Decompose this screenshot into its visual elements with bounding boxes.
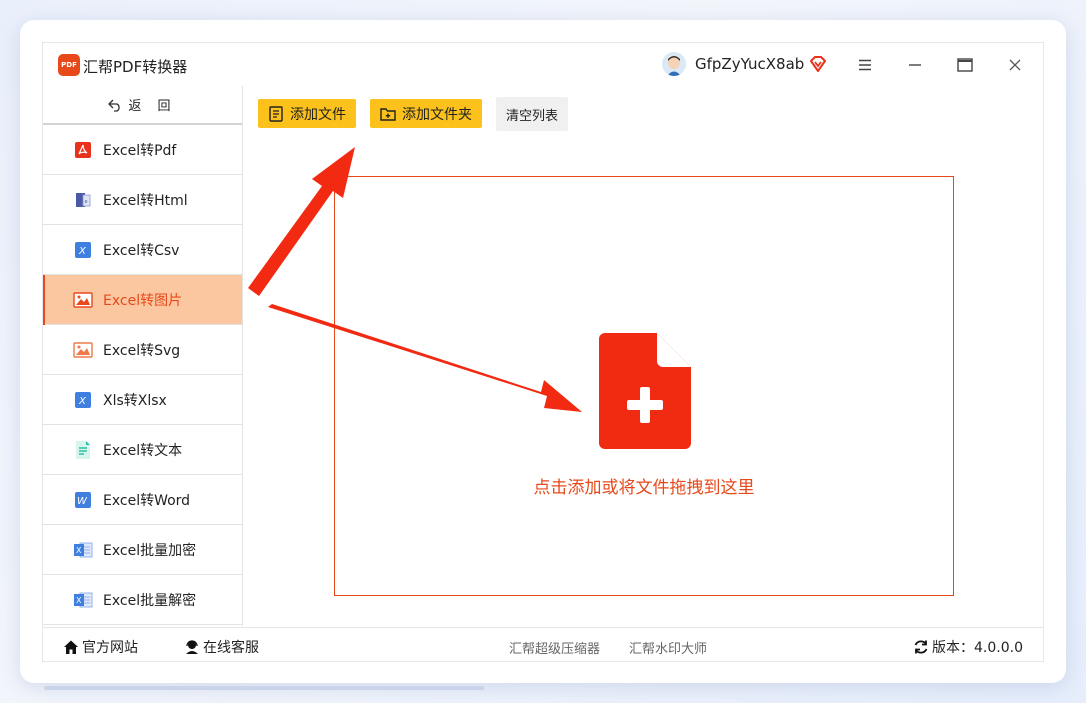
svg-text:X: X	[76, 596, 82, 605]
svg-text:X: X	[78, 396, 87, 407]
sidebar-item-label: Excel转Csv	[103, 242, 180, 259]
file-list-icon	[268, 105, 284, 122]
svg-text:W: W	[77, 496, 88, 507]
online-support-link[interactable]: 在线客服	[184, 637, 259, 657]
word-icon: W	[73, 490, 93, 510]
svg-text:X: X	[76, 546, 82, 555]
app-title: 汇帮PDF转换器	[83, 58, 188, 76]
refresh-icon[interactable]	[913, 639, 929, 655]
add-file-button[interactable]: 添加文件	[258, 99, 356, 128]
svg-image-icon	[73, 340, 93, 360]
watermark-link[interactable]: 汇帮水印大师	[629, 638, 707, 657]
add-folder-label: 添加文件夹	[402, 106, 472, 123]
vip-diamond-icon[interactable]	[808, 54, 828, 74]
sidebar-item-excel-to-csv[interactable]: X Excel转Csv	[43, 225, 242, 275]
sidebar-item-excel-to-word[interactable]: W Excel转Word	[43, 475, 242, 525]
file-drop-zone[interactable]: 点击添加或将文件拖拽到这里	[334, 176, 954, 596]
add-file-icon[interactable]	[599, 333, 691, 449]
sidebar-item-label: Excel转Pdf	[103, 142, 177, 159]
sidebar-item-label: Excel转文本	[103, 442, 183, 459]
horizontal-scrollbar[interactable]	[44, 686, 484, 690]
sidebar-item-excel-to-image[interactable]: Excel转图片	[43, 275, 242, 325]
minimize-icon[interactable]	[903, 53, 927, 77]
sidebar-item-label: Excel转Svg	[103, 342, 181, 359]
home-icon	[63, 639, 79, 655]
sidebar-item-excel-batch-decrypt[interactable]: X Excel批量解密	[43, 575, 242, 625]
sidebar-item-excel-to-html[interactable]: e Excel转Html	[43, 175, 242, 225]
back-arrow-icon	[108, 98, 122, 112]
csv-icon: X	[73, 240, 93, 260]
maximize-icon[interactable]	[953, 53, 977, 77]
pdf-icon	[73, 140, 93, 160]
sidebar-item-excel-batch-encrypt[interactable]: X Excel批量加密	[43, 525, 242, 575]
excel-lock-icon: X	[73, 540, 93, 560]
headset-icon	[184, 639, 200, 655]
sidebar-item-excel-to-text[interactable]: Excel转文本	[43, 425, 242, 475]
sidebar-item-excel-to-svg[interactable]: Excel转Svg	[43, 325, 242, 375]
html-icon: e	[73, 190, 93, 210]
app-window: PDF 汇帮PDF转换器 GfpZyYucX8ab 返 回 Excel转Pdf …	[42, 42, 1044, 662]
add-folder-button[interactable]: 添加文件夹	[370, 99, 482, 128]
svg-text:e: e	[85, 199, 88, 205]
close-icon[interactable]	[1003, 53, 1027, 77]
folder-add-icon	[380, 106, 396, 122]
sidebar: 返 回 Excel转Pdf e Excel转Html X Excel转Csv E…	[43, 86, 243, 626]
clear-list-label: 清空列表	[506, 108, 559, 124]
drop-zone-hint: 点击添加或将文件拖拽到这里	[533, 478, 755, 498]
text-file-icon	[73, 440, 93, 460]
official-website-link[interactable]: 官方网站	[63, 637, 138, 657]
xlsx-icon: X	[73, 390, 93, 410]
excel-unlock-icon: X	[73, 590, 93, 610]
sidebar-item-xls-to-xlsx[interactable]: X Xls转Xlsx	[43, 375, 242, 425]
back-button[interactable]: 返 回	[43, 86, 242, 125]
sidebar-item-label: Excel转图片	[103, 292, 183, 309]
username[interactable]: GfpZyYucX8ab	[695, 55, 804, 73]
sidebar-item-label: Excel转Word	[103, 492, 191, 509]
sidebar-item-label: Excel批量加密	[103, 542, 197, 559]
website-label: 官方网站	[82, 640, 138, 656]
svg-text:X: X	[78, 246, 87, 257]
clear-list-button[interactable]: 清空列表	[496, 97, 569, 131]
footer-bar: 官方网站 在线客服 汇帮超级压缩器 汇帮水印大师 版本：4.0.0.0	[43, 627, 1043, 662]
sidebar-item-label: Xls转Xlsx	[103, 392, 167, 409]
user-avatar[interactable]	[662, 52, 686, 76]
sidebar-item-label: Excel转Html	[103, 192, 188, 209]
logo-text: PDF	[61, 61, 77, 69]
compressor-link[interactable]: 汇帮超级压缩器	[509, 638, 600, 657]
title-bar: PDF 汇帮PDF转换器 GfpZyYucX8ab	[43, 43, 1043, 86]
back-label: 返 回	[128, 99, 177, 114]
app-logo-icon: PDF	[58, 54, 80, 76]
add-file-label: 添加文件	[290, 106, 346, 123]
menu-icon[interactable]	[853, 53, 877, 77]
image-icon	[73, 290, 93, 310]
support-label: 在线客服	[203, 640, 259, 656]
sidebar-item-label: Excel批量解密	[103, 592, 197, 609]
version-label: 版本：4.0.0.0	[932, 640, 1023, 656]
version-info: 版本：4.0.0.0	[913, 637, 1023, 657]
sidebar-item-excel-to-pdf[interactable]: Excel转Pdf	[43, 125, 242, 175]
